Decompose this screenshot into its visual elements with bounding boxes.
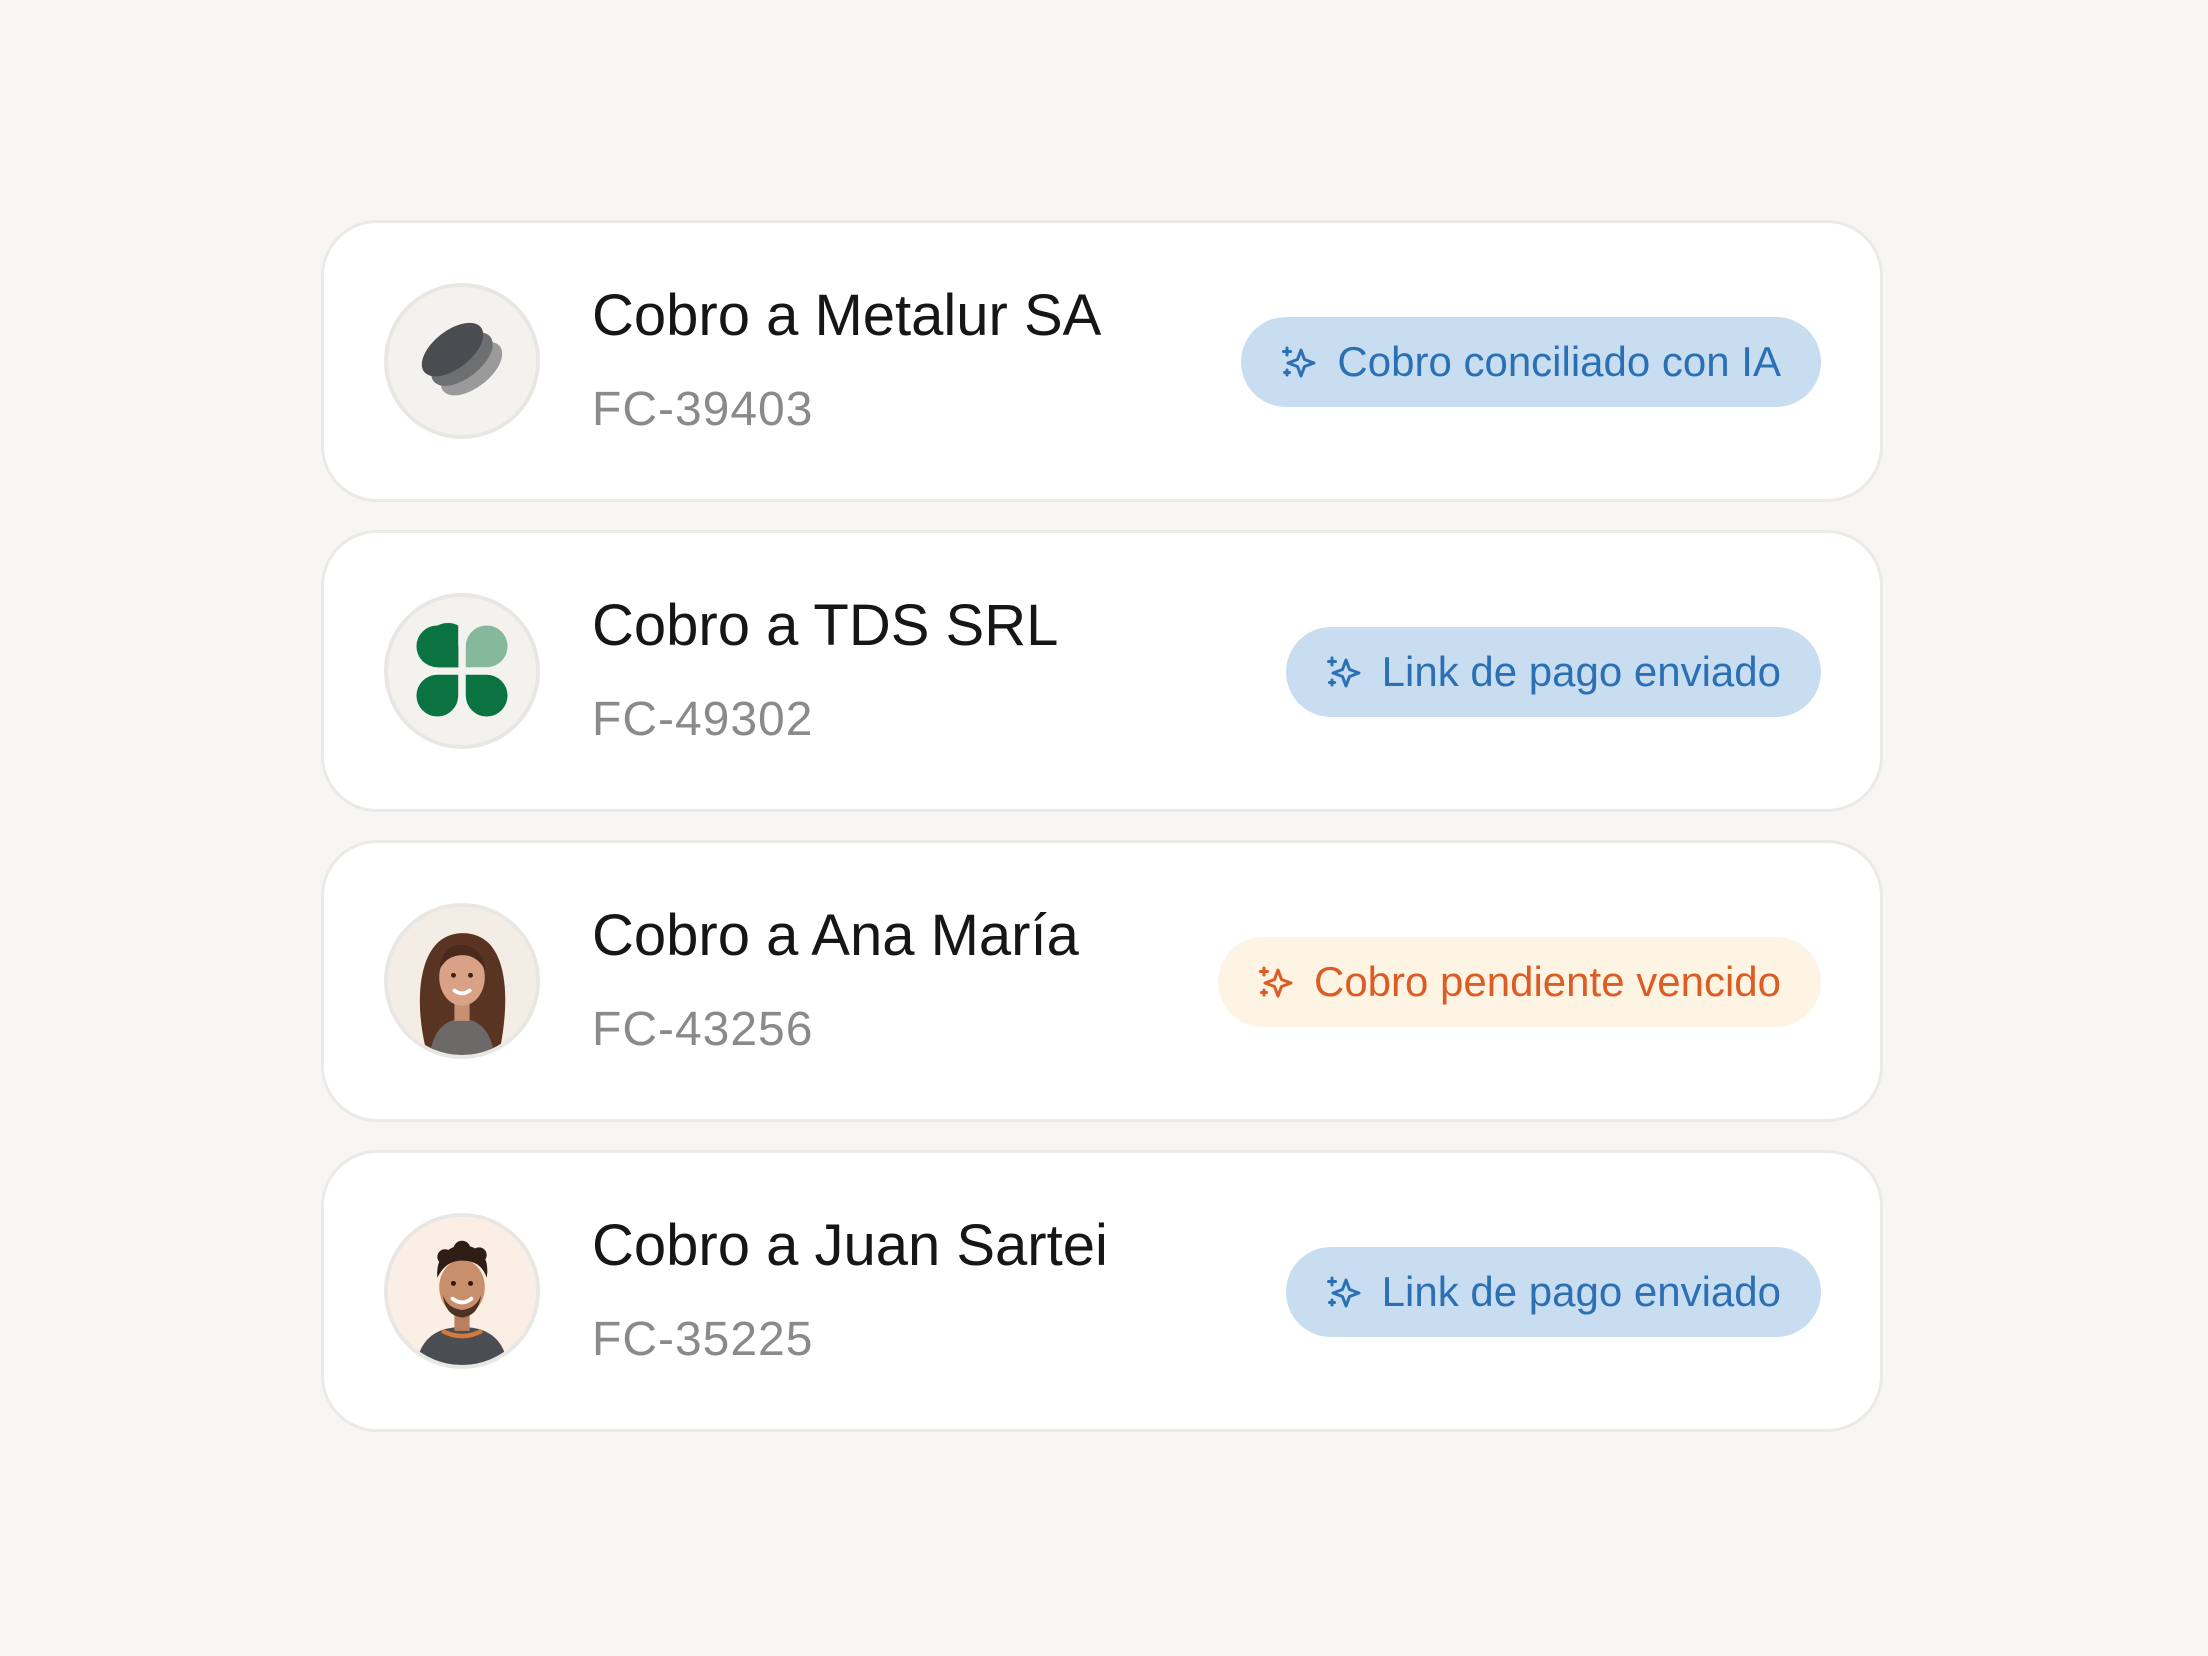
collections-list: Cobro a Metalur SA FC-39403 Cobro concil… xyxy=(321,220,1883,1460)
invoice-code: FC-43256 xyxy=(592,1003,814,1056)
collection-card[interactable]: Cobro a TDS SRL FC-49302 Link de pago en… xyxy=(321,530,1883,812)
status-label: Link de pago enviado xyxy=(1381,648,1781,695)
collection-card[interactable]: Cobro a Ana María FC-43256 Cobro pendien… xyxy=(321,840,1883,1122)
collection-title: Cobro a Juan Sartei xyxy=(592,1213,1108,1278)
sparkle-icon xyxy=(1256,962,1296,1002)
person-photo-juan xyxy=(384,1213,540,1369)
invoice-code: FC-35225 xyxy=(592,1313,814,1366)
collection-card[interactable]: Cobro a Juan Sartei FC-35225 Link de pag… xyxy=(321,1150,1883,1432)
collection-card[interactable]: Cobro a Metalur SA FC-39403 Cobro concil… xyxy=(321,220,1883,502)
status-badge: Cobro conciliado con IA xyxy=(1241,317,1821,407)
collection-title: Cobro a TDS SRL xyxy=(592,593,1059,658)
status-label: Cobro conciliado con IA xyxy=(1337,338,1781,385)
metalur-logo-icon xyxy=(384,283,540,439)
status-label: Link de pago enviado xyxy=(1381,1268,1781,1315)
clover-logo-icon xyxy=(384,593,540,749)
sparkle-icon xyxy=(1324,1272,1364,1312)
person-photo-ana xyxy=(384,903,540,1059)
sparkle-icon xyxy=(1279,342,1319,382)
status-badge: Link de pago enviado xyxy=(1285,627,1821,717)
status-label: Cobro pendiente vencido xyxy=(1313,958,1781,1005)
status-badge: Cobro pendiente vencido xyxy=(1217,937,1821,1027)
sparkle-icon xyxy=(1324,652,1364,692)
collection-title: Cobro a Ana María xyxy=(592,903,1079,968)
invoice-code: FC-39403 xyxy=(592,383,814,436)
collection-title: Cobro a Metalur SA xyxy=(592,283,1102,348)
status-badge: Link de pago enviado xyxy=(1285,1247,1821,1337)
invoice-code: FC-49302 xyxy=(592,693,814,746)
